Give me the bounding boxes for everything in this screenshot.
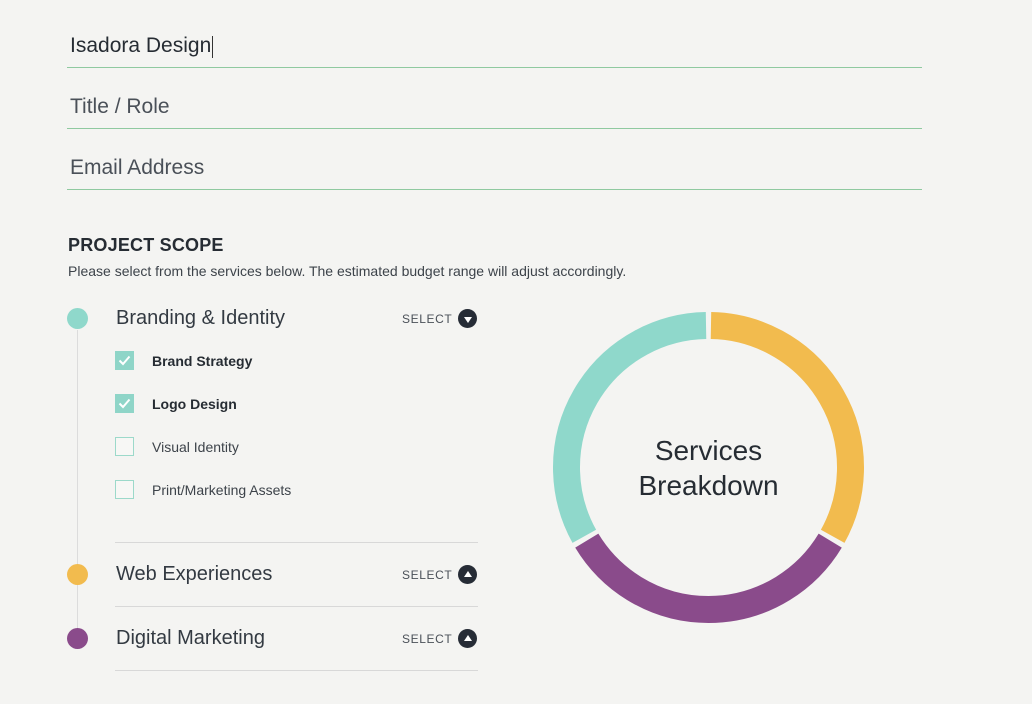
divider <box>115 542 478 543</box>
email-input[interactable] <box>70 156 922 180</box>
option-label: Visual Identity <box>152 438 239 455</box>
service-title-branding: Branding & Identity <box>116 307 285 329</box>
option-logo-design[interactable]: Logo Design <box>115 394 237 413</box>
chevron-down-icon <box>463 316 472 323</box>
web-dot <box>67 564 88 585</box>
service-title-web: Web Experiences <box>116 563 273 585</box>
donut-segment <box>710 312 864 543</box>
marketing-dot <box>67 628 88 649</box>
chart-center-line1: Services <box>654 435 763 466</box>
title-role-input[interactable] <box>70 95 922 119</box>
option-visual-identity[interactable]: Visual Identity <box>115 437 239 456</box>
expand-marketing-button[interactable] <box>458 629 477 648</box>
checkbox-visual-identity[interactable] <box>115 437 134 456</box>
title-role-field[interactable] <box>67 79 922 129</box>
select-label-marketing[interactable]: SELECT <box>402 632 452 646</box>
checkbox-print-marketing[interactable] <box>115 480 134 499</box>
checkbox-logo-design[interactable] <box>115 394 134 413</box>
text-caret <box>212 36 214 58</box>
donut-segment <box>553 312 707 543</box>
chart-center-line2: Breakdown <box>638 470 779 501</box>
collapse-branding-button[interactable] <box>458 309 477 328</box>
project-scope-heading: PROJECT SCOPE <box>68 235 224 255</box>
name-value: Isadora Design <box>70 34 212 57</box>
donut-segment <box>575 533 842 623</box>
chevron-up-icon <box>463 634 472 641</box>
project-scope-description: Please select from the services below. T… <box>68 263 627 279</box>
check-icon <box>118 355 131 366</box>
checkbox-brand-strategy[interactable] <box>115 351 134 370</box>
email-field[interactable] <box>67 140 922 190</box>
option-label: Print/Marketing Assets <box>152 481 292 498</box>
expand-web-button[interactable] <box>458 565 477 584</box>
select-label-web[interactable]: SELECT <box>402 568 452 582</box>
option-brand-strategy[interactable]: Brand Strategy <box>115 351 252 370</box>
check-icon <box>118 398 131 409</box>
chart-center-label: Services Breakdown <box>552 433 865 503</box>
option-label: Brand Strategy <box>152 352 253 369</box>
select-label-branding[interactable]: SELECT <box>402 312 452 326</box>
service-title-marketing: Digital Marketing <box>116 627 265 649</box>
timeline-line <box>77 330 78 640</box>
divider <box>115 606 478 607</box>
branding-dot <box>67 308 88 329</box>
option-label: Logo Design <box>152 395 237 412</box>
name-field[interactable]: Isadora Design <box>67 18 922 68</box>
chevron-up-icon <box>463 570 472 577</box>
divider <box>115 670 478 671</box>
option-print-marketing[interactable]: Print/Marketing Assets <box>115 480 291 499</box>
